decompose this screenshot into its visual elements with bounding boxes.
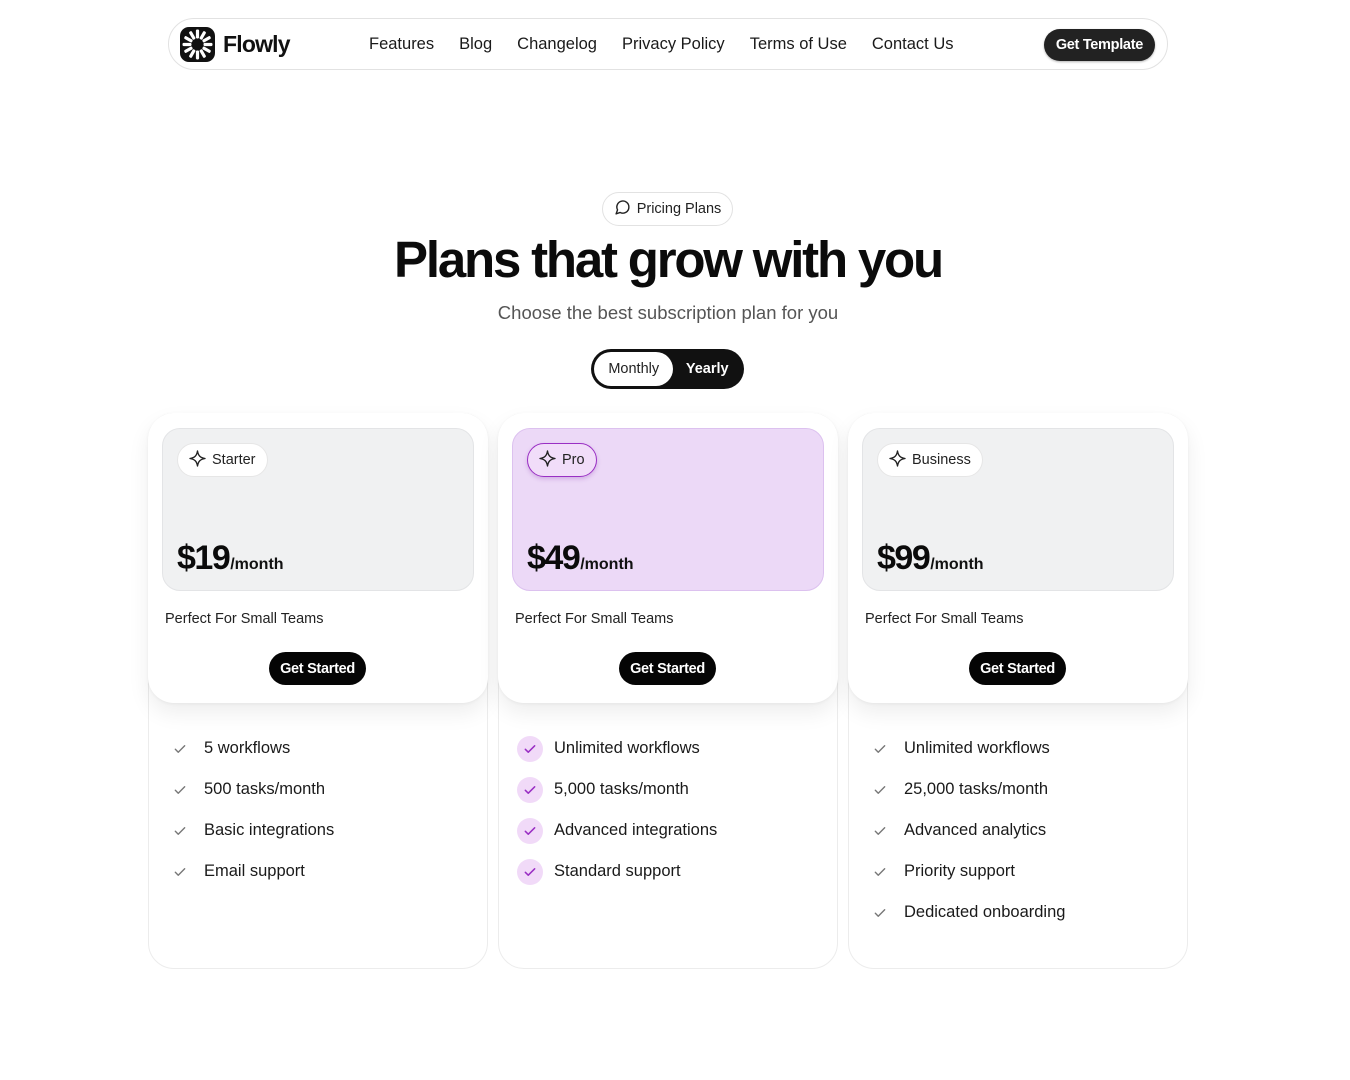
- billing-toggle[interactable]: Monthly Yearly: [591, 349, 744, 389]
- badge-label: Pricing Plans: [636, 201, 722, 217]
- feature-item: 500 tasks/month: [167, 769, 334, 810]
- feature-list: Unlimited workflows 25,000 tasks/month A…: [867, 728, 1065, 933]
- price-period: /month: [930, 556, 984, 573]
- feature-item: Priority support: [867, 851, 1065, 892]
- price-period: /month: [230, 556, 284, 573]
- plan-description: Perfect For Small Teams: [865, 611, 1024, 627]
- nav-link-blog[interactable]: Blog: [459, 35, 492, 54]
- nav-link-privacy-policy[interactable]: Privacy Policy: [622, 35, 725, 54]
- plan-description: Perfect For Small Teams: [515, 611, 674, 627]
- feature-label: 5 workflows: [204, 739, 291, 757]
- price-amount: $49: [527, 539, 581, 577]
- price-box: Starter $19 /month: [162, 428, 474, 591]
- sparkle-icon: [188, 449, 207, 472]
- check-icon: [517, 776, 543, 803]
- feature-label: Priority support: [904, 862, 1015, 880]
- brand-name: Flowly: [223, 30, 291, 57]
- plan-name: Business: [912, 452, 971, 468]
- feature-label: Dedicated onboarding: [904, 903, 1066, 921]
- check-icon: [167, 736, 193, 762]
- plan-card-pro: Pro $49 /month Perfect For Small Teams G…: [498, 413, 838, 969]
- check-icon: [867, 736, 893, 762]
- brand[interactable]: Flowly: [180, 26, 291, 62]
- top-navbar: Flowly Features Blog Changelog Privacy P…: [168, 18, 1168, 70]
- plan-name: Pro: [562, 452, 585, 468]
- check-icon: [867, 900, 893, 926]
- feature-label: 5,000 tasks/month: [554, 780, 689, 798]
- check-icon: [517, 858, 543, 885]
- feature-item: Basic integrations: [167, 810, 334, 851]
- feature-item: 5 workflows: [167, 728, 334, 769]
- feature-item: Unlimited workflows: [517, 728, 717, 769]
- nav-link-changelog[interactable]: Changelog: [517, 35, 597, 54]
- nav-links: Features Blog Changelog Privacy Policy T…: [369, 19, 954, 69]
- plan-card-header: Business $99 /month Perfect For Small Te…: [848, 413, 1188, 703]
- feature-item: Email support: [167, 851, 334, 892]
- get-started-button[interactable]: Get Started: [269, 652, 366, 685]
- check-icon: [167, 777, 193, 803]
- feature-label: Basic integrations: [204, 821, 335, 839]
- check-icon: [167, 859, 193, 885]
- price-amount: $99: [877, 539, 931, 577]
- plan-tag: Pro: [527, 443, 597, 477]
- feature-label: 25,000 tasks/month: [904, 780, 1049, 798]
- sparkle-icon: [888, 449, 907, 472]
- price: $19 /month: [177, 539, 284, 578]
- plan-card-starter: Starter $19 /month Perfect For Small Tea…: [148, 413, 488, 969]
- page-title: Plans that grow with you: [394, 231, 944, 288]
- feature-item: 5,000 tasks/month: [517, 769, 717, 810]
- plan-description: Perfect For Small Teams: [165, 611, 324, 627]
- nav-link-contact-us[interactable]: Contact Us: [872, 35, 954, 54]
- page-subtitle: Choose the best subscription plan for yo…: [497, 302, 839, 323]
- nav-link-terms-of-use[interactable]: Terms of Use: [750, 35, 847, 54]
- plan-tag: Starter: [177, 443, 268, 477]
- feature-label: Advanced integrations: [554, 821, 718, 839]
- plan-card-header: Starter $19 /month Perfect For Small Tea…: [148, 413, 488, 703]
- get-started-button[interactable]: Get Started: [969, 652, 1066, 685]
- chat-bubble-icon: [614, 199, 631, 220]
- feature-item: Advanced analytics: [867, 810, 1065, 851]
- price-period: /month: [580, 556, 634, 573]
- plan-tag: Business: [877, 443, 983, 477]
- price-amount: $19: [177, 539, 231, 577]
- feature-item: Advanced integrations: [517, 810, 717, 851]
- feature-label: Standard support: [554, 862, 681, 880]
- feature-list: Unlimited workflows 5,000 tasks/month Ad…: [517, 728, 717, 892]
- feature-item: 25,000 tasks/month: [867, 769, 1065, 810]
- plan-card-business: Business $99 /month Perfect For Small Te…: [848, 413, 1188, 969]
- toggle-monthly[interactable]: Monthly: [594, 352, 674, 386]
- get-started-button[interactable]: Get Started: [619, 652, 716, 685]
- feature-item: Standard support: [517, 851, 717, 892]
- nav-link-features[interactable]: Features: [369, 35, 434, 54]
- feature-label: Email support: [204, 862, 305, 880]
- logo-icon: [180, 26, 215, 62]
- price-box: Business $99 /month: [862, 428, 1174, 591]
- price: $49 /month: [527, 539, 634, 578]
- toggle-yearly[interactable]: Yearly: [673, 352, 741, 386]
- feature-label: Unlimited workflows: [554, 739, 700, 757]
- feature-list: 5 workflows 500 tasks/month Basic integr…: [167, 728, 334, 892]
- sparkle-icon: [538, 449, 557, 472]
- feature-label: Unlimited workflows: [904, 739, 1050, 757]
- check-icon: [867, 859, 893, 885]
- check-icon: [167, 818, 193, 844]
- price-box: Pro $49 /month: [512, 428, 824, 591]
- check-icon: [867, 818, 893, 844]
- feature-label: 500 tasks/month: [204, 780, 326, 798]
- plan-card-header: Pro $49 /month Perfect For Small Teams G…: [498, 413, 838, 703]
- price: $99 /month: [877, 539, 984, 578]
- plan-name: Starter: [212, 452, 256, 468]
- check-icon: [517, 817, 543, 844]
- feature-label: Advanced analytics: [904, 821, 1047, 839]
- get-template-button[interactable]: Get Template: [1043, 29, 1155, 61]
- feature-item: Dedicated onboarding: [867, 892, 1065, 933]
- check-icon: [867, 777, 893, 803]
- pricing-plans-badge: Pricing Plans: [602, 192, 733, 226]
- feature-item: Unlimited workflows: [867, 728, 1065, 769]
- check-icon: [517, 735, 543, 762]
